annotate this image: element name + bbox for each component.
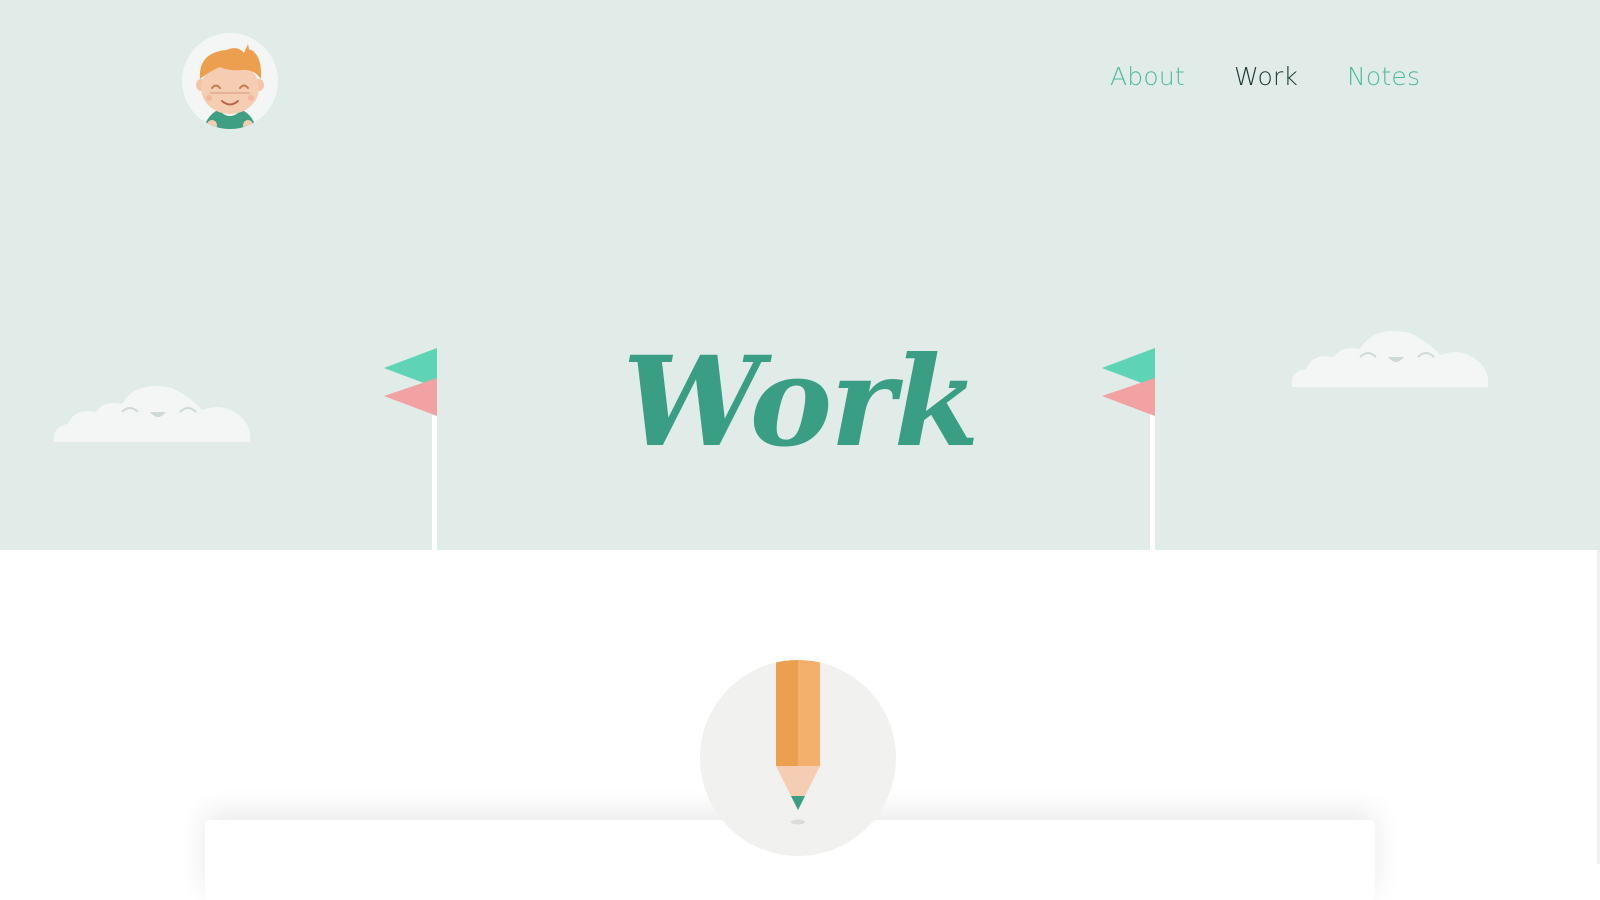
nav-link-about[interactable]: About [1110,62,1185,91]
boy-avatar-icon [196,44,264,129]
hero-section: About Work Notes Work [0,0,1600,550]
flag-icon [384,348,437,550]
pencil-badge [700,660,896,856]
pencil-icon [776,660,820,825]
cloud-icon [53,386,251,442]
nav-link-work[interactable]: Work [1234,62,1298,91]
nav-link-notes[interactable]: Notes [1347,62,1420,91]
flag-icon [1102,348,1155,550]
avatar-home-link[interactable] [182,33,278,129]
cloud-icon [1291,331,1489,387]
page-title: Work [622,330,979,476]
